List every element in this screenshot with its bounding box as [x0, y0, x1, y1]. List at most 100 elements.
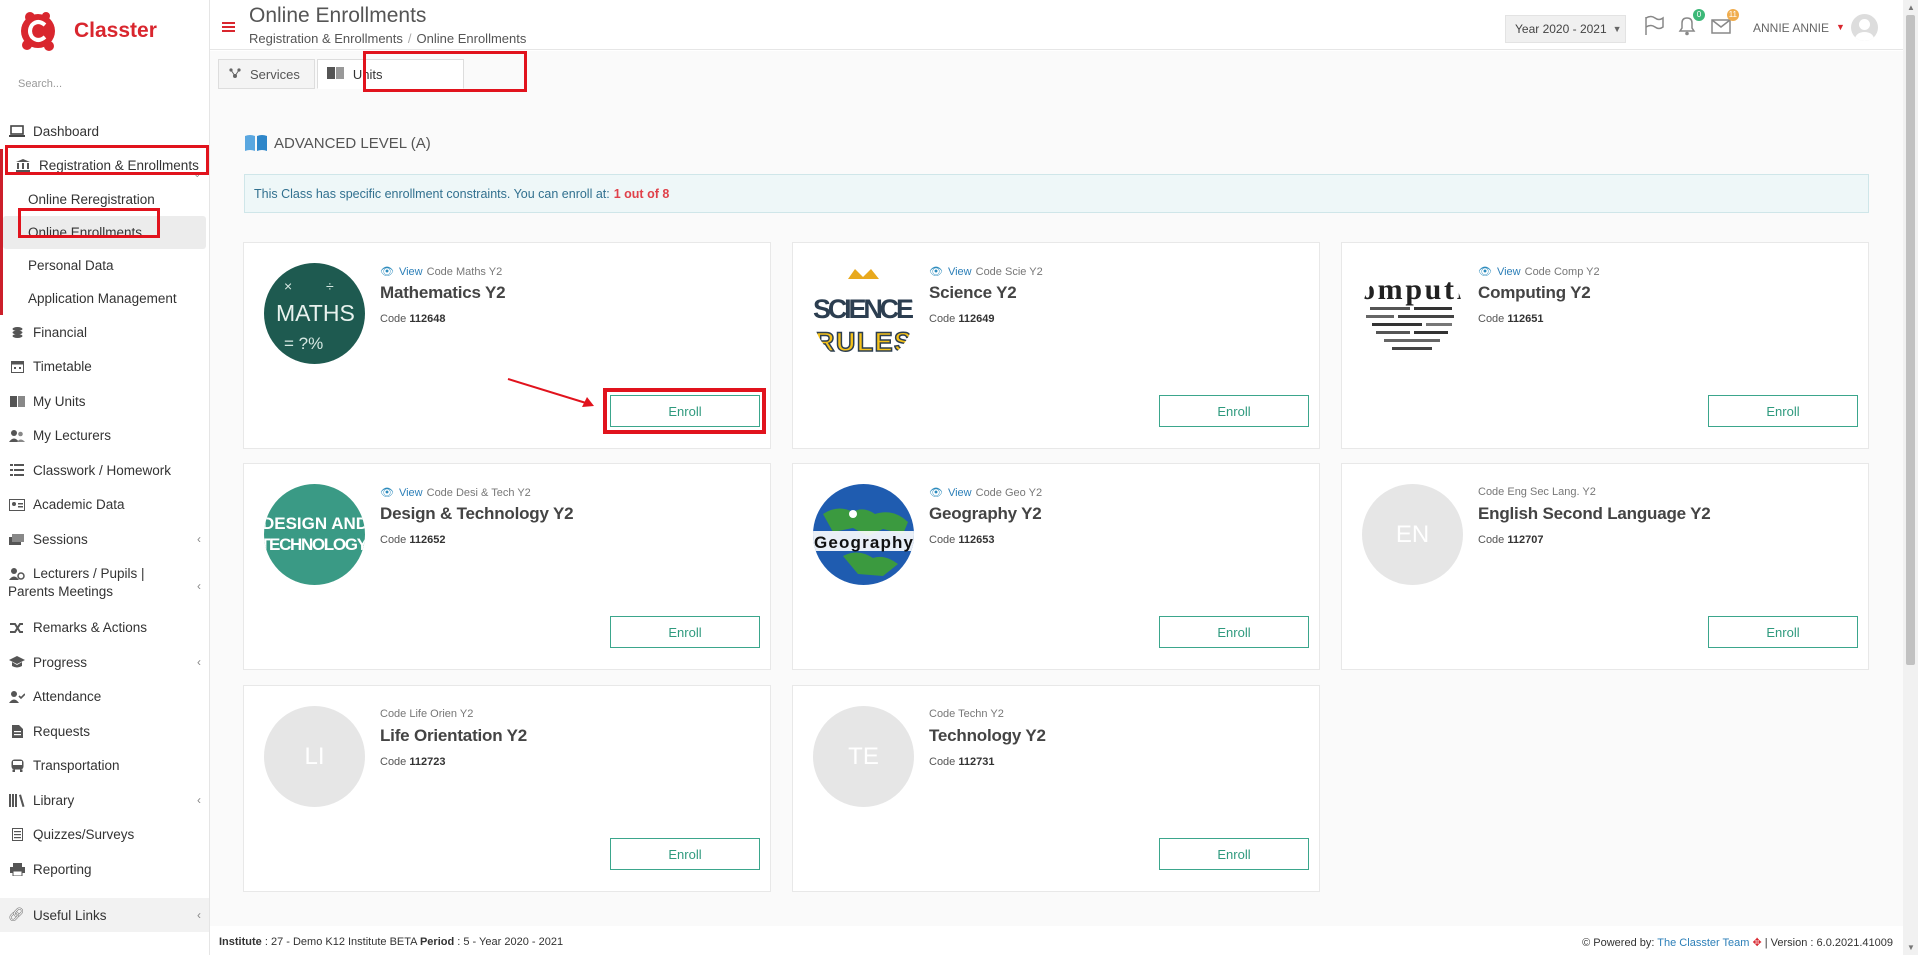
sidebar-item-label: Sessions	[33, 531, 88, 547]
sidebar-item-progress[interactable]: Progress ‹	[0, 645, 209, 680]
enroll-button[interactable]: Enroll	[1159, 616, 1309, 648]
sidebar-item-sessions[interactable]: Sessions ‹	[0, 522, 209, 557]
unit-name: Design & Technology Y2	[380, 504, 574, 523]
unit-code: Code 112652	[380, 534, 445, 546]
bell-icon[interactable]: 0	[1676, 9, 1705, 37]
sidebar-subitem-personal-data[interactable]: Personal Data	[3, 249, 206, 282]
sidebar-item-label: Dashboard	[33, 123, 100, 139]
unit-code-label: Code Comp Y2	[1524, 265, 1600, 278]
enroll-button[interactable]: Enroll	[1708, 616, 1858, 648]
eye-icon[interactable]: 👁︎	[380, 486, 394, 499]
unit-code-prefix: Code	[929, 313, 956, 325]
tab-units[interactable]: Units	[316, 59, 464, 89]
sidebar-item-label: Progress	[33, 654, 88, 670]
view-link[interactable]: View	[948, 266, 972, 278]
envelope-icon[interactable]: 11	[1710, 9, 1739, 37]
caret-down-icon[interactable]: ▼	[1836, 22, 1845, 32]
user-avatar[interactable]	[1851, 14, 1878, 41]
enroll-button[interactable]: Enroll	[610, 395, 760, 427]
book-icon	[8, 394, 26, 408]
footer-period: : 5 - Year 2020 - 2021	[457, 936, 564, 948]
sidebar-item-quizzes-surveys[interactable]: Quizzes/Surveys	[0, 818, 209, 853]
unit-code-prefix: Code	[1478, 534, 1505, 546]
unit-code-value: 112723	[409, 756, 446, 768]
sidebar-item-financial[interactable]: Financial	[0, 315, 209, 350]
view-link[interactable]: View	[948, 487, 972, 499]
book-icon	[326, 66, 345, 83]
sidebar-item-attendance[interactable]: Attendance	[0, 680, 209, 715]
eye-icon[interactable]: 👁︎	[1478, 265, 1492, 278]
scroll-down-icon[interactable]: ▼	[1907, 943, 1915, 952]
footer-institute-info: Institute : 27 - Demo K12 Institute BETA…	[219, 936, 563, 948]
sidebar-subitem-online-reregistration[interactable]: Online Reregistration	[3, 183, 206, 216]
footer-team-link[interactable]: The Classter Team	[1657, 937, 1749, 949]
brand-name: Classter	[74, 19, 157, 42]
geography-unit-image: Geography	[813, 484, 914, 585]
sidebar-item-remarks-actions[interactable]: Remarks & Actions	[0, 611, 209, 646]
sidebar-item-requests[interactable]: Requests	[0, 714, 209, 749]
unit-code-prefix: Code	[929, 534, 956, 546]
sidebar-item-timetable[interactable]: Timetable	[0, 350, 209, 385]
enroll-button[interactable]: Enroll	[610, 616, 760, 648]
sidebar-item-my-units[interactable]: My Units	[0, 384, 209, 419]
brand[interactable]: Classter	[0, 0, 209, 62]
scroll-up-icon[interactable]: ▲	[1907, 3, 1915, 12]
notifications-badge: 0	[1693, 9, 1705, 21]
sidebar-item-registration-enrollments[interactable]: Registration & Enrollments ⌄	[3, 149, 209, 184]
eye-icon[interactable]: 👁︎	[380, 265, 394, 278]
sidebar-item-academic-data[interactable]: Academic Data	[0, 488, 209, 523]
sidebar-search-input[interactable]: Search...	[0, 62, 209, 114]
chevron-left-icon: ‹	[197, 532, 201, 547]
chevron-down-icon: ⌄	[193, 168, 201, 179]
page-scrollbar[interactable]: ▲ ▼	[1903, 0, 1918, 955]
document-icon	[8, 724, 26, 738]
enroll-button[interactable]: Enroll	[610, 838, 760, 870]
sidebar-item-label: Library	[33, 792, 75, 808]
unit-code-label: Code Life Orien Y2	[380, 708, 474, 720]
sidebar-item-meetings[interactable]: Lecturers / Pupils | Parents Meetings ‹	[0, 557, 209, 611]
eye-icon[interactable]: 👁︎	[929, 486, 943, 499]
eye-icon[interactable]: 👁︎	[929, 265, 943, 278]
sidebar-item-classwork-homework[interactable]: Classwork / Homework	[0, 453, 209, 488]
enroll-button[interactable]: Enroll	[1159, 395, 1309, 427]
sidebar-item-useful-links[interactable]: 🔗︎ Useful Links ‹	[0, 898, 209, 932]
sidebar-item-transportation[interactable]: Transportation	[0, 749, 209, 784]
breadcrumb-item: Online Enrollments	[416, 31, 527, 46]
unit-initials-avatar: TE	[813, 706, 914, 807]
sidebar-item-my-lecturers[interactable]: My Lecturers	[0, 419, 209, 454]
sidebar-item-label: Financial	[33, 324, 88, 340]
year-select[interactable]: Year 2020 - 2021 ▼	[1505, 15, 1626, 43]
unit-card-mathematics: × ÷ MATHS = ?% 👁︎ View Code Maths Y2 Mat…	[243, 242, 771, 449]
user-name[interactable]: ANNIE ANNIE	[1753, 21, 1829, 35]
classter-small-logo-icon: ✥	[1752, 937, 1762, 949]
view-link[interactable]: View	[399, 487, 423, 499]
sidebar-subitem-online-enrollments[interactable]: Online Enrollments	[3, 216, 206, 249]
enroll-button[interactable]: Enroll	[1159, 838, 1309, 870]
sidebar-item-reporting[interactable]: Reporting	[0, 852, 209, 887]
footer-period-label: Period	[419, 936, 455, 948]
tab-services[interactable]: Services	[218, 59, 315, 89]
chevron-left-icon: ‹	[197, 793, 201, 808]
view-link[interactable]: View	[1497, 266, 1521, 278]
unit-meta: 👁︎ View Code Maths Y2	[380, 265, 502, 279]
sessions-icon	[8, 532, 26, 546]
breadcrumb-item[interactable]: Registration & Enrollments	[249, 31, 403, 46]
unit-code-prefix: Code	[380, 756, 407, 768]
sidebar-item-dashboard[interactable]: Dashboard	[0, 114, 209, 149]
unit-meta: Code Eng Sec Lang. Y2	[1478, 486, 1596, 498]
hamburger-menu-icon[interactable]	[222, 22, 235, 32]
svg-text:DESIGN AND: DESIGN AND	[264, 514, 365, 533]
unit-meta: 👁︎ View Code Geo Y2	[929, 486, 1042, 500]
svg-text:TECHNOLOGY: TECHNOLOGY	[264, 535, 365, 554]
sidebar-item-label: Remarks & Actions	[33, 620, 148, 636]
sidebar-subitem-application-management[interactable]: Application Management	[3, 282, 206, 315]
unit-meta: Code Techn Y2	[929, 708, 1004, 720]
unit-name: Life Orientation Y2	[380, 726, 528, 745]
user-check-icon	[8, 690, 26, 704]
unit-card-technology: TE Code Techn Y2 Technology Y2 Code 1127…	[792, 685, 1320, 892]
view-link[interactable]: View	[399, 266, 423, 278]
scrollbar-thumb[interactable]	[1906, 15, 1915, 665]
flag-icon[interactable]	[1643, 15, 1665, 37]
sidebar-item-library[interactable]: Library ‹	[0, 783, 209, 818]
enroll-button[interactable]: Enroll	[1708, 395, 1858, 427]
